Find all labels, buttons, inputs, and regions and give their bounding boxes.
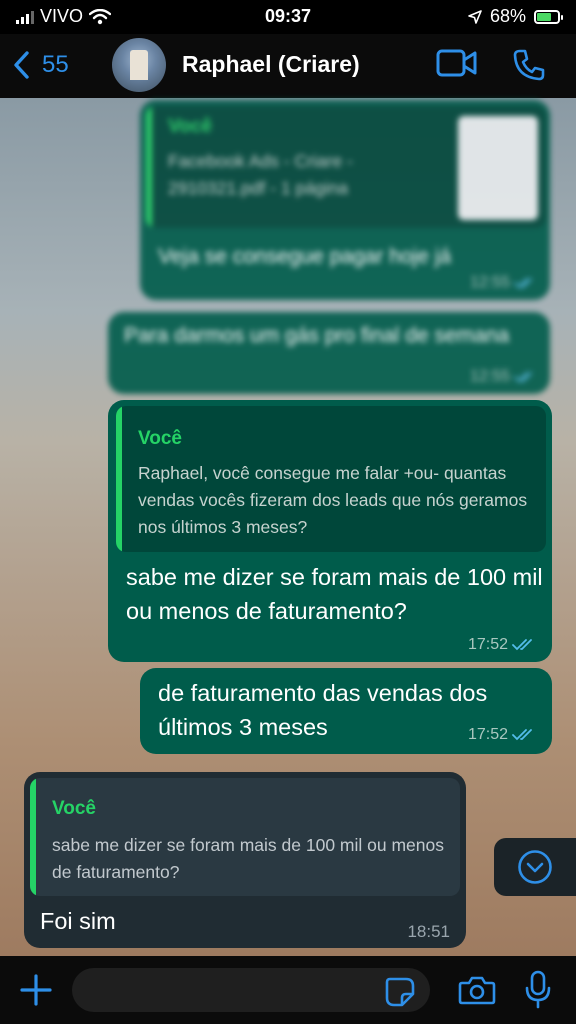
message-bubble-outgoing[interactable]: Para darmos um gás pro final de semana 1…	[108, 312, 550, 394]
battery-level	[537, 12, 551, 21]
message-bubble-outgoing[interactable]: Você Raphael, você consegue me falar +ou…	[108, 400, 552, 662]
quote-text: sabe me dizer se foram mais de 100 mil o…	[52, 835, 444, 882]
back-chevron-icon	[14, 51, 29, 79]
message-meta: 12:55	[470, 274, 536, 292]
scroll-down-icon	[518, 850, 552, 884]
quoted-reply[interactable]: Você Facebook Ads - Criare - 2910321.pdf…	[146, 106, 546, 228]
microphone-icon[interactable]	[524, 970, 552, 1010]
contact-avatar[interactable]	[112, 38, 166, 92]
quoted-reply[interactable]: Você sabe me dizer se foram mais de 100 …	[30, 778, 460, 896]
message-input-bar	[0, 956, 576, 1024]
status-bar: VIVO 09:37 68%	[0, 0, 576, 34]
message-bubble-outgoing[interactable]: Você Facebook Ads - Criare - 2910321.pdf…	[140, 100, 550, 300]
back-button[interactable]: 55	[12, 50, 69, 80]
phone-icon[interactable]	[512, 48, 546, 82]
message-meta: 17:52	[468, 726, 536, 744]
message-meta: 18:51	[407, 922, 450, 942]
message-text: Para darmos um gás pro final de semana	[124, 324, 510, 347]
message-meta: 17:52	[468, 636, 536, 654]
message-text: Foi sim	[40, 908, 116, 934]
battery-icon	[534, 9, 563, 24]
status-right: 68%	[468, 6, 563, 27]
battery-percent: 68%	[489, 6, 526, 26]
video-call-icon[interactable]	[436, 48, 478, 78]
message-time: 18:51	[407, 922, 450, 941]
message-time: 12:55	[469, 368, 510, 385]
read-receipt-icon	[514, 372, 532, 383]
chat-header: 55 Raphael (Criare)	[0, 34, 576, 98]
quote-text: Raphael, você consegue me falar +ou- qua…	[138, 463, 528, 537]
message-time: 17:52	[467, 726, 508, 743]
message-bubble-incoming[interactable]: Você sabe me dizer se foram mais de 100 …	[24, 772, 466, 948]
message-time: 17:52	[467, 636, 508, 653]
contact-name[interactable]: Raphael (Criare)	[182, 51, 360, 78]
read-receipt-icon	[512, 639, 532, 651]
plus-icon[interactable]	[20, 970, 52, 1010]
quote-author: Você	[168, 116, 213, 137]
read-receipt-icon	[512, 729, 532, 741]
read-receipt-icon	[514, 278, 532, 289]
back-unread-count: 55	[42, 51, 69, 78]
quote-text: Facebook Ads - Criare - 2910321.pdf - 1 …	[168, 151, 353, 198]
message-text: sabe me dizer se foram mais de 100 mil o…	[126, 564, 543, 624]
scroll-down-button[interactable]	[494, 838, 576, 896]
message-time: 12:55	[469, 274, 510, 291]
message-meta: 12:55	[470, 368, 536, 386]
location-arrow-icon	[468, 9, 482, 24]
quote-author: Você	[138, 428, 183, 449]
sticker-icon[interactable]	[384, 976, 416, 1008]
message-input[interactable]	[72, 968, 430, 1012]
document-thumbnail	[458, 116, 538, 220]
quoted-reply[interactable]: Você Raphael, você consegue me falar +ou…	[116, 406, 546, 552]
message-bubble-outgoing[interactable]: de faturamento das vendas dos últimos 3 …	[140, 668, 552, 754]
camera-icon[interactable]	[458, 974, 496, 1006]
quote-author: Você	[52, 798, 97, 819]
message-text: Veja se consegue pagar hoje já	[158, 245, 452, 268]
